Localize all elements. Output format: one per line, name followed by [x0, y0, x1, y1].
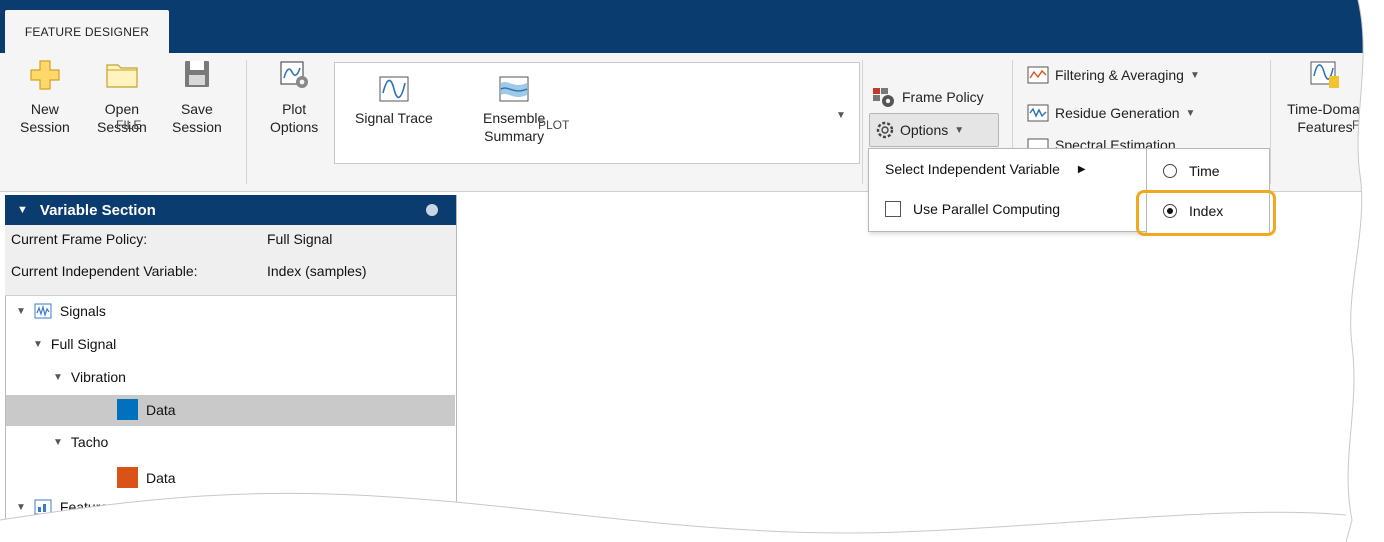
feature-designer-window: FEATURE DESIGNER New Session Open Sessio… [0, 0, 1384, 542]
torn-edge-overlay [0, 0, 1384, 542]
